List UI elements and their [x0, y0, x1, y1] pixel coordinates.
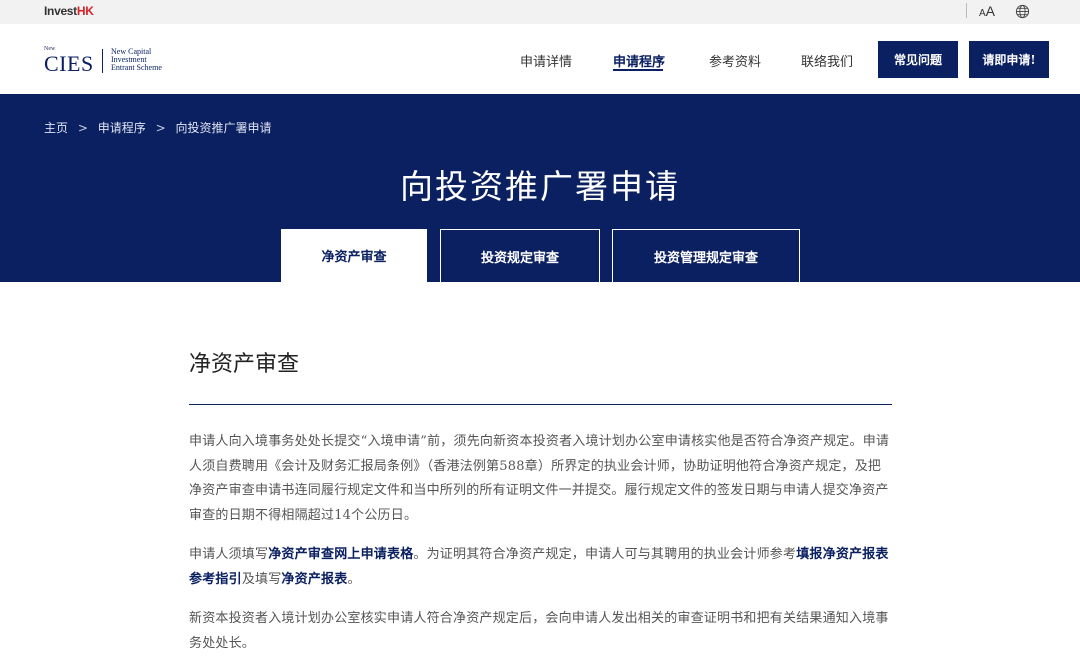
breadcrumb-home[interactable]: 主页: [44, 121, 68, 135]
paragraph-text: 。为证明其符合净资产规定，申请人可与其聘用的执业会计师参考: [413, 547, 797, 562]
font-size-toggle[interactable]: AA: [979, 3, 995, 21]
breadcrumb-current: 向投资推广署申请: [175, 121, 272, 135]
globe-icon[interactable]: [1015, 4, 1030, 19]
breadcrumb: 主页 > 申请程序 > 向投资推广署申请: [44, 119, 277, 136]
page-title: 向投资推广署申请: [400, 167, 680, 206]
nav-item-application-procedure[interactable]: 申请程序: [613, 51, 665, 70]
section-divider: [189, 404, 892, 405]
investhk-logo-invest: Invest: [44, 4, 77, 18]
breadcrumb-separator: >: [155, 121, 166, 135]
breadcrumb-procedure[interactable]: 申请程序: [98, 121, 146, 135]
nav-item-contact-us[interactable]: 联络我们: [801, 51, 853, 70]
font-big-label: A: [985, 3, 996, 19]
nav-item-application-details[interactable]: 申请详情: [520, 51, 572, 70]
investhk-logo-hk: HK: [76, 4, 94, 18]
tab-net-asset-assessment[interactable]: 净资产审查: [281, 229, 427, 282]
page-hero: 主页 > 申请程序 > 向投资推广署申请 向投资推广署申请 净资产审查 投资规定…: [0, 94, 1080, 282]
tab-investment-requirement-assessment[interactable]: 投资规定审查: [440, 229, 600, 282]
investhk-logo[interactable]: InvestHK: [44, 4, 94, 18]
cies-logo-divider: [102, 49, 103, 73]
paragraph-verification-result: 新资本投资者入境计划办公室核实申请人符合净资产规定后，会向申请人发出相关的审查证…: [189, 611, 889, 651]
net-asset-statement-link[interactable]: 净资产报表: [281, 572, 347, 587]
font-small-label: A: [979, 8, 986, 19]
cies-logo-word: CIES: [44, 51, 94, 76]
breadcrumb-separator: >: [77, 121, 88, 135]
paragraph-text: 申请人须填写: [189, 547, 269, 562]
cies-logo-line3: Entrant Scheme: [111, 63, 162, 72]
paragraph-text: 及填写: [241, 571, 282, 587]
tab-investment-management-assessment[interactable]: 投资管理规定审查: [612, 229, 800, 282]
apply-now-button[interactable]: 请即申请!: [969, 41, 1049, 78]
cies-logo-subtitle: New Capital Investment Entrant Scheme: [111, 48, 162, 72]
net-asset-online-form-link[interactable]: 净资产审查网上申请表格: [268, 547, 413, 562]
nav-item-references[interactable]: 参考资料: [709, 51, 761, 70]
paragraph-online-form: 申请人须填写净资产审查网上申请表格。为证明其符合净资产规定，申请人可与其聘用的执…: [189, 543, 892, 592]
faq-button[interactable]: 常见问题: [878, 41, 958, 78]
paragraph-net-asset-intro: 申请人向入境事务处处长提交“入境申请”前，须先向新资本投资者入境计划办公室申请核…: [189, 434, 890, 523]
paragraph-text: 。: [347, 571, 361, 587]
site-header: New CIES New Capital Investment Entrant …: [0, 24, 1080, 94]
utility-divider: [966, 3, 967, 18]
nav-active-underline: [613, 69, 663, 71]
utility-bar: InvestHK AA: [0, 0, 1080, 24]
section-title: 净资产审查: [189, 352, 300, 377]
